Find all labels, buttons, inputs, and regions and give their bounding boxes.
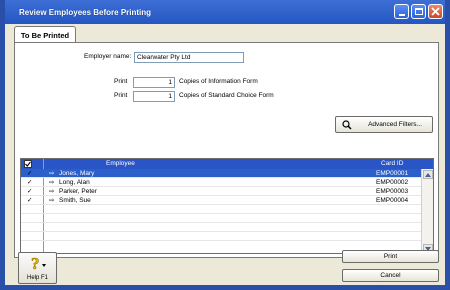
card-id: EMP00004 <box>376 197 409 204</box>
magnifier-icon <box>342 120 352 130</box>
dialog-window: Review Employees Before Printing To Be P… <box>0 0 450 290</box>
scroll-up-button[interactable] <box>423 170 433 179</box>
tab-to-be-printed[interactable]: To Be Printed <box>14 26 76 43</box>
dialog-body: To Be Printed Employer name: Clearwater … <box>5 24 445 285</box>
print-button[interactable]: Print <box>342 250 439 263</box>
cancel-button[interactable]: Cancel <box>342 269 439 282</box>
card-id: EMP00002 <box>376 179 409 186</box>
row-arrow-icon: ⇨ <box>49 179 55 186</box>
info-form-copies-input[interactable]: 1 <box>133 77 175 88</box>
help-label: Help F1 <box>26 275 48 281</box>
cancel-label: Cancel <box>380 272 401 279</box>
empty-row <box>21 232 421 241</box>
advanced-filters-button[interactable]: Advanced Filters... <box>335 116 433 133</box>
info-form-copies-label: Copies of Information Form <box>179 78 258 85</box>
table-row[interactable]: ✓ ⇨ Long, Alan EMP00002 <box>21 178 421 187</box>
select-all-checkbox[interactable] <box>24 160 32 168</box>
table-row[interactable]: ✓ ⇨ Parker, Peter EMP00003 <box>21 187 421 196</box>
employee-name: Parker, Peter <box>59 188 97 195</box>
empty-row <box>21 205 421 214</box>
table-header: Employee Card ID <box>21 159 433 169</box>
choice-form-copies-input[interactable]: 1 <box>133 91 175 102</box>
print-label-choice: Print <box>114 92 128 99</box>
checkmark-icon <box>25 161 31 167</box>
row-arrow-icon: ⇨ <box>49 197 55 204</box>
empty-row <box>21 214 421 223</box>
tab-panel: Employer name: Clearwater Pty Ltd Print … <box>14 42 439 258</box>
column-header-card-id[interactable]: Card ID <box>381 159 403 168</box>
svg-text:?: ? <box>31 254 40 272</box>
minimize-icon <box>398 13 405 16</box>
print-label: Print <box>383 253 398 260</box>
close-icon <box>431 7 440 16</box>
choice-form-copies-label: Copies of Standard Choice Form <box>179 92 274 99</box>
advanced-filters-label: Advanced Filters... <box>368 121 422 128</box>
employee-name: Long, Alan <box>59 179 90 186</box>
window-title: Review Employees Before Printing <box>19 7 152 17</box>
maximize-button[interactable] <box>411 4 426 19</box>
print-label-info: Print <box>114 78 128 85</box>
title-bar[interactable]: Review Employees Before Printing <box>5 0 445 24</box>
empty-row <box>21 223 421 232</box>
question-mark-icon: ? <box>31 254 46 272</box>
table-row[interactable]: ✓ ⇨ Jones, Mary EMP00001 <box>21 169 421 178</box>
chevron-up-icon <box>425 172 431 177</box>
row-checkmark-icon[interactable]: ✓ <box>27 169 32 178</box>
row-arrow-icon: ⇨ <box>49 188 55 195</box>
card-id: EMP00001 <box>376 170 409 177</box>
table-scrollbar[interactable] <box>421 169 433 253</box>
row-checkmark-icon[interactable]: ✓ <box>27 187 32 196</box>
row-arrow-icon: ⇨ <box>49 170 55 177</box>
row-checkmark-icon[interactable]: ✓ <box>27 196 32 205</box>
table-row[interactable]: ✓ ⇨ Smith, Sue EMP00004 <box>21 196 421 205</box>
row-checkmark-icon[interactable]: ✓ <box>27 178 32 187</box>
employee-table: Employee Card ID ✓ ⇨ Jones, Mary EMP0000… <box>20 158 434 254</box>
employee-name: Smith, Sue <box>59 197 91 204</box>
close-button[interactable] <box>428 4 443 19</box>
maximize-icon <box>414 8 423 15</box>
window-controls <box>394 4 443 19</box>
column-header-employee[interactable]: Employee <box>106 159 135 168</box>
help-button[interactable]: ? Help F1 <box>18 252 57 284</box>
minimize-button[interactable] <box>394 4 409 19</box>
employer-name-field[interactable]: Clearwater Pty Ltd <box>134 52 244 63</box>
employee-name: Jones, Mary <box>59 170 95 177</box>
card-id: EMP00003 <box>376 188 409 195</box>
employer-name-label: Employer name: <box>84 53 132 60</box>
